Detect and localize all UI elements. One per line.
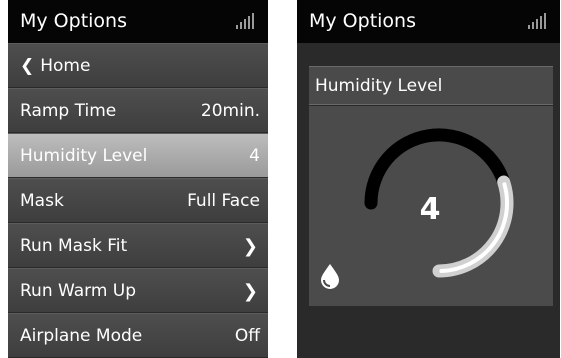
menu-item-mask[interactable]: Mask Full Face: [8, 178, 268, 223]
signal-icon: [236, 13, 256, 29]
menu-screen: My Options ❮ Home Ramp Time 20min. Humidi…: [8, 0, 268, 358]
menu-item-label: Humidity Level: [20, 146, 148, 166]
menu-item-label: Run Warm Up: [20, 281, 137, 301]
menu-item-value: Off: [234, 326, 260, 346]
header-title: My Options: [309, 10, 416, 32]
setting-title-bar: Humidity Level: [309, 66, 553, 105]
screen-header: My Options: [297, 0, 560, 43]
chevron-left-icon: ❮: [20, 56, 35, 76]
menu-item-humidity-level[interactable]: Humidity Level 4: [8, 133, 268, 178]
menu-item-label: Ramp Time: [20, 101, 117, 121]
menu-item-run-warm-up[interactable]: Run Warm Up ❯: [8, 268, 268, 313]
menu-item-label: Airplane Mode: [20, 326, 143, 346]
humidity-setting-screen: My Options Humidity Level 4: [297, 0, 560, 358]
header-title: My Options: [20, 10, 127, 32]
dial-level-fill: [432, 175, 514, 278]
menu-item-value: 4: [249, 146, 260, 166]
signal-icon: [528, 13, 548, 29]
menu-item-ramp-time[interactable]: Ramp Time 20min.: [8, 88, 268, 133]
screen-header: My Options: [8, 0, 268, 43]
menu-item-run-mask-fit[interactable]: Run Mask Fit ❯: [8, 223, 268, 268]
menu-item-value: Full Face: [187, 191, 260, 211]
chevron-right-icon: ❯: [242, 236, 258, 257]
menu-item-home[interactable]: ❮ Home: [8, 43, 268, 88]
humidity-dial[interactable]: 4: [309, 106, 553, 306]
menu-item-value: 20min.: [200, 101, 260, 121]
setting-title: Humidity Level: [315, 76, 443, 96]
menu-item-label: Mask: [20, 191, 64, 211]
menu-item-label: Run Mask Fit: [20, 236, 128, 256]
menu-item-airplane-mode[interactable]: Airplane Mode Off: [8, 313, 268, 358]
humidity-value: 4: [420, 192, 441, 227]
chevron-right-icon: ❯: [242, 281, 258, 302]
water-drop-icon: [321, 264, 339, 289]
menu-item-label: Home: [40, 56, 91, 76]
